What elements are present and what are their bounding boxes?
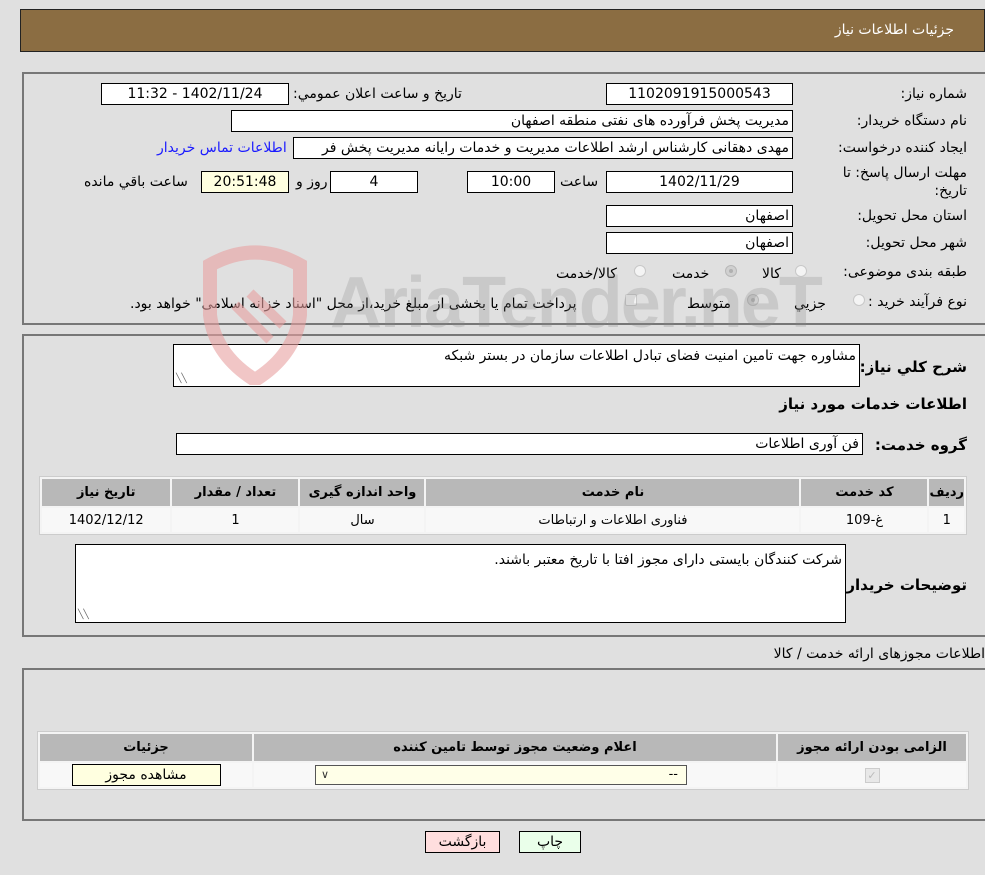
description-label: شرح كلي نياز: [859,358,967,376]
services-table-header: ردیف کد خدمت نام خدمت واحد اندازه گیری ت… [42,479,964,506]
col-need-date: تاریخ نیاز [42,479,171,506]
col-service-code: کد خدمت [801,479,928,506]
remaining-time-field: 20:51:48 [201,171,289,193]
creator-label: ایجاد کننده درخواست: [838,140,967,156]
buyer-notes-field: شرکت کنندگان بایستی دارای مجوز افتا با ت… [75,544,846,623]
process-radio-minor[interactable] [853,294,865,306]
category-radio-goods[interactable] [795,265,807,277]
page-header: جزئیات اطلاعات نیاز [20,9,985,52]
permit-status-select[interactable]: -- ∨ [315,765,687,785]
service-group-label: گروه خدمت: [874,436,967,454]
deadline-label: مهلت ارسال پاسخ: تا تاریخ: [843,164,967,200]
deadline-label-line1: مهلت ارسال پاسخ: تا [842,165,967,181]
permits-table-wrap: الزامی بودن ارائه مجوز اعلام وضعیت مجوز … [37,731,969,790]
process-option-medium: متوسط [687,296,731,312]
category-radio-service[interactable] [725,265,737,277]
print-button[interactable]: چاپ [519,831,581,853]
services-table: ردیف کد خدمت نام خدمت واحد اندازه گیری ت… [39,476,967,535]
city-field: اصفهان [606,232,793,254]
days-label: روز و [296,174,328,190]
cell-quantity: 1 [172,508,299,532]
permit-required-checkbox[interactable]: ✓ [864,767,880,783]
col-permit-status: اعلام وضعیت مجوز توسط تامین کننده [254,734,776,761]
chevron-down-icon: ∨ [321,768,330,781]
description-text: مشاوره جهت تامین امنیت فضای تبادل اطلاعا… [444,348,856,364]
description-field: مشاوره جهت تامین امنیت فضای تبادل اطلاعا… [173,344,860,387]
col-permit-required: الزامی بودن ارائه مجوز [778,734,966,761]
remaining-time-label: ساعت باقي مانده [84,174,188,190]
cell-permit-required: ✓ [778,763,966,787]
col-quantity: تعداد / مقدار [172,479,299,506]
treasury-checkbox[interactable] [625,294,637,306]
buyer-org-label: نام دستگاه خریدار: [856,113,967,129]
process-type-label: نوع فرآیند خرید : [868,294,967,310]
buyer-org-field: مدیریت پخش فرآورده های نفتی منطقه اصفهان [231,110,793,132]
category-option-goods-service: کالا/خدمت [556,266,617,282]
permits-table-header: الزامی بودن ارائه مجوز اعلام وضعیت مجوز … [40,734,966,761]
deadline-time-label: ساعت [560,174,599,190]
treasury-note: پرداخت تمام یا بخشی از مبلغ خرید،از محل … [130,296,577,312]
category-label: طبقه بندی موضوعی: [843,264,967,280]
services-table-wrap: ردیف کد خدمت نام خدمت واحد اندازه گیری ت… [39,476,967,535]
col-unit: واحد اندازه گیری [300,479,425,506]
table-row: ✓ -- ∨ مشاهده مجوز [40,763,966,787]
category-radio-goods-service[interactable] [634,265,646,277]
col-row: ردیف [929,479,964,506]
need-number-label: شماره نیاز: [900,86,968,102]
buyer-contact-link[interactable]: اطلاعات تماس خریدار [157,140,287,156]
process-option-minor: جزيي [794,296,826,312]
resize-handle-icon[interactable]: ╲╲ [176,375,187,384]
table-row: 1 غ-109 فناوری اطلاعات و ارتباطات سال 1 … [42,508,964,532]
process-radio-medium[interactable] [747,294,759,306]
announce-label: تاریخ و ساعت اعلان عمومي: [293,86,462,102]
permits-table: الزامی بودن ارائه مجوز اعلام وضعیت مجوز … [37,731,969,790]
back-button[interactable]: بازگشت [425,831,500,853]
resize-handle-icon[interactable]: ╲╲ [78,611,89,620]
cell-need-date: 1402/12/12 [42,508,171,532]
announce-field: 1402/11/24 - 11:32 [101,83,289,105]
deadline-time-field: 10:00 [467,171,555,193]
cell-service-code: غ-109 [801,508,928,532]
category-option-goods: کالا [762,266,781,282]
deadline-date-field: 1402/11/29 [606,171,793,193]
category-option-service: خدمت [672,266,710,282]
cell-permit-details: مشاهده مجوز [40,763,252,787]
col-permit-details: جزئیات [40,734,252,761]
services-heading: اطلاعات خدمات مورد نیاز [779,395,967,413]
need-number-field: 1102091915000543 [606,83,793,105]
city-label: شهر محل تحویل: [865,235,967,251]
permit-status-value: -- [668,767,678,782]
province-label: استان محل تحویل: [857,208,967,224]
view-permit-button[interactable]: مشاهده مجوز [71,764,221,786]
deadline-label-line2: تاریخ: [934,183,967,199]
cell-permit-status: -- ∨ [254,763,776,787]
service-group-field: فن آوری اطلاعات [176,433,863,455]
creator-field: مهدی دهقانی کارشناس ارشد اطلاعات مدیریت … [293,137,793,159]
col-service-name: نام خدمت [426,479,800,506]
buyer-notes-label: توضیحات خریدار: [840,576,967,594]
permits-heading: اطلاعات مجوزهای ارائه خدمت / کالا [773,646,985,662]
province-field: اصفهان [606,205,793,227]
cell-row: 1 [929,508,964,532]
days-remaining-field: 4 [330,171,418,193]
buyer-notes-text: شرکت کنندگان بایستی دارای مجوز افتا با ت… [494,552,842,568]
cell-service-name: فناوری اطلاعات و ارتباطات [426,508,800,532]
page-title: جزئیات اطلاعات نیاز [834,22,954,38]
cell-unit: سال [300,508,425,532]
